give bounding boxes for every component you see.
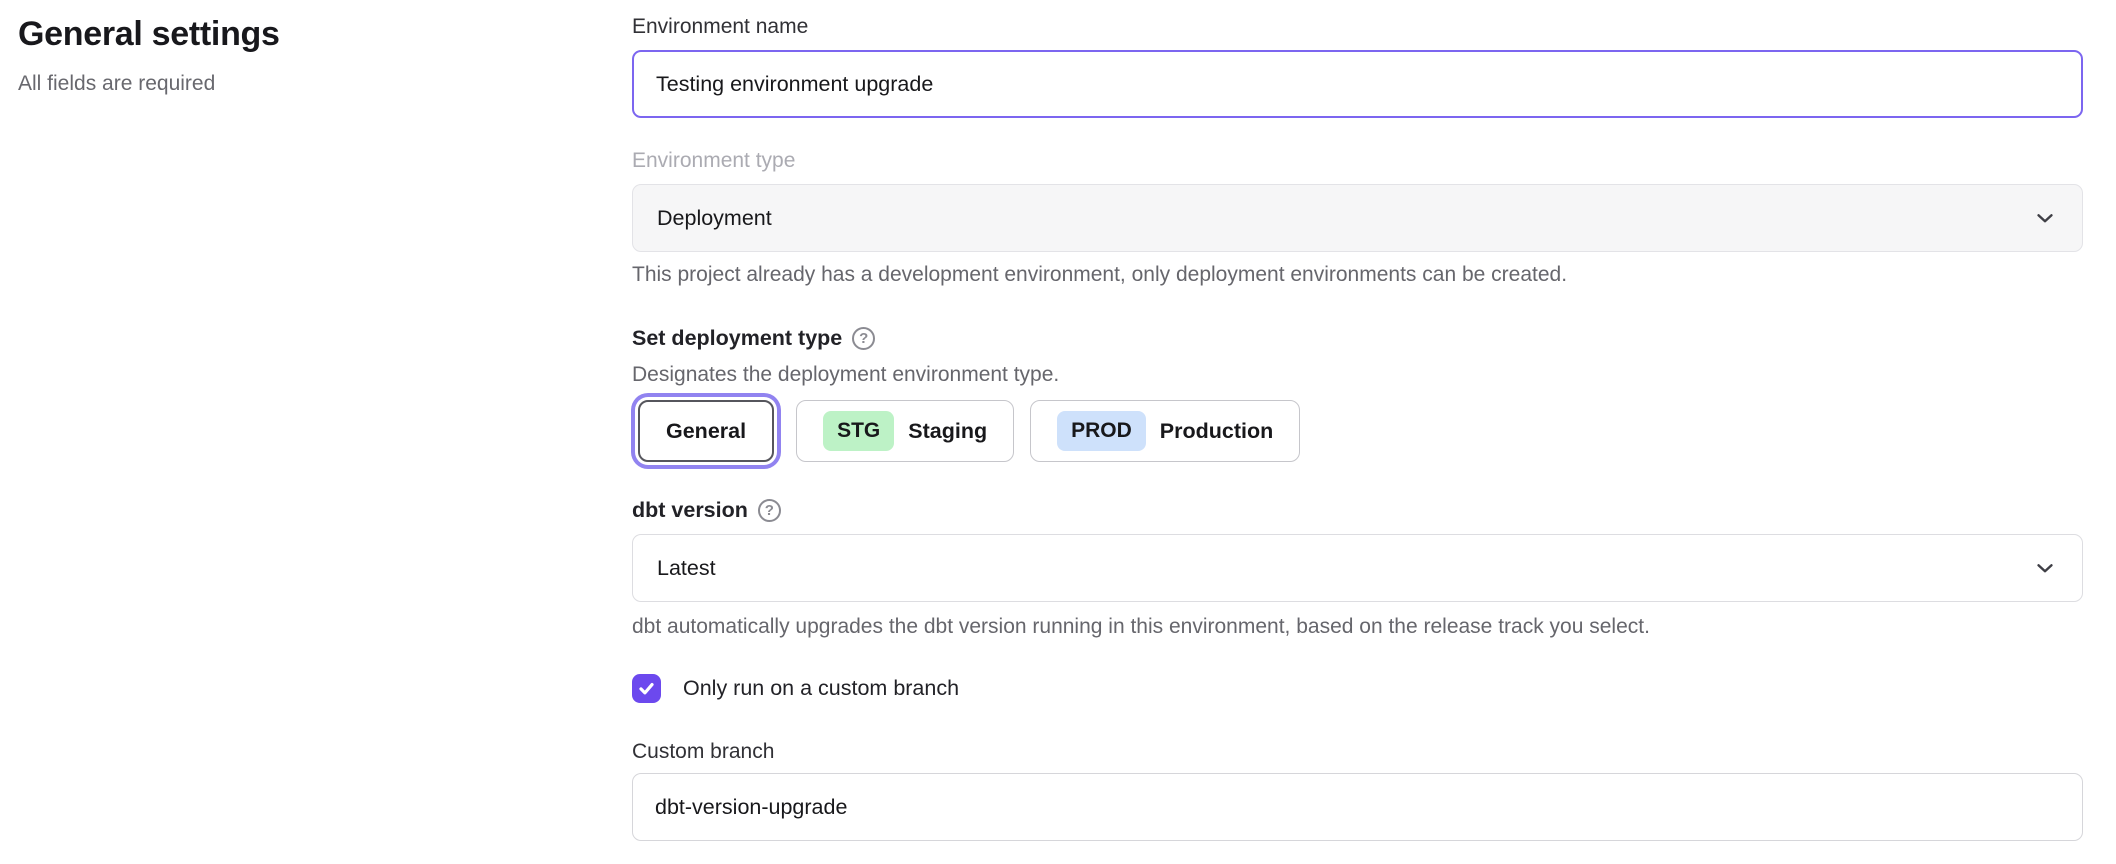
dbt-version-help: dbt automatically upgrades the dbt versi… <box>632 612 2083 642</box>
deployment-type-description: Designates the deployment environment ty… <box>632 360 2083 390</box>
custom-branch-label: Custom branch <box>632 737 2083 767</box>
dbt-version-field: dbt version ? Latest dbt automatically u… <box>632 494 2083 642</box>
environment-name-label: Environment name <box>632 12 2083 42</box>
deployment-type-staging-button[interactable]: STG Staging <box>796 400 1014 462</box>
page-title: General settings <box>18 12 632 56</box>
environment-settings-form: Environment name Environment type Deploy… <box>632 0 2083 864</box>
environment-type-select[interactable]: Deployment <box>632 184 2083 252</box>
custom-branch-input[interactable] <box>632 773 2083 841</box>
help-icon[interactable]: ? <box>852 327 875 350</box>
staging-badge: STG <box>823 411 894 451</box>
deployment-type-label-row: Set deployment type ? <box>632 322 2083 354</box>
help-icon[interactable]: ? <box>758 499 781 522</box>
dbt-version-label-row: dbt version ? <box>632 494 2083 526</box>
page-subtitle: All fields are required <box>18 70 632 98</box>
production-badge: PROD <box>1057 411 1146 451</box>
deployment-type-field: Set deployment type ? Designates the dep… <box>632 322 2083 462</box>
deployment-type-production-label: Production <box>1160 419 1273 444</box>
dbt-version-label: dbt version <box>632 498 748 523</box>
environment-type-field: Environment type Deployment This project… <box>632 146 2083 290</box>
deployment-type-label: Set deployment type <box>632 326 842 351</box>
deployment-type-options: General STG Staging PROD Production <box>632 400 2083 462</box>
deployment-type-staging-label: Staging <box>908 419 987 444</box>
chevron-down-icon <box>2032 205 2058 231</box>
environment-type-value: Deployment <box>657 206 772 231</box>
environment-type-help: This project already has a development e… <box>632 260 2083 290</box>
deployment-type-general-button[interactable]: General <box>638 400 774 462</box>
environment-type-label: Environment type <box>632 146 2083 176</box>
custom-branch-checkbox-row: Only run on a custom branch <box>632 674 2083 703</box>
environment-name-input[interactable] <box>632 50 2083 118</box>
check-icon <box>637 679 656 698</box>
environment-settings-page: General settings All fields are required… <box>0 0 2116 864</box>
settings-header-column: General settings All fields are required <box>0 0 632 864</box>
dbt-version-value: Latest <box>657 556 716 581</box>
custom-branch-checkbox[interactable] <box>632 674 661 703</box>
deployment-type-general-label: General <box>666 419 746 444</box>
environment-name-field: Environment name <box>632 12 2083 118</box>
custom-branch-field: Custom branch <box>632 737 2083 841</box>
custom-branch-checkbox-label: Only run on a custom branch <box>683 676 959 701</box>
deployment-type-production-button[interactable]: PROD Production <box>1030 400 1300 462</box>
dbt-version-select[interactable]: Latest <box>632 534 2083 602</box>
chevron-down-icon <box>2032 555 2058 581</box>
